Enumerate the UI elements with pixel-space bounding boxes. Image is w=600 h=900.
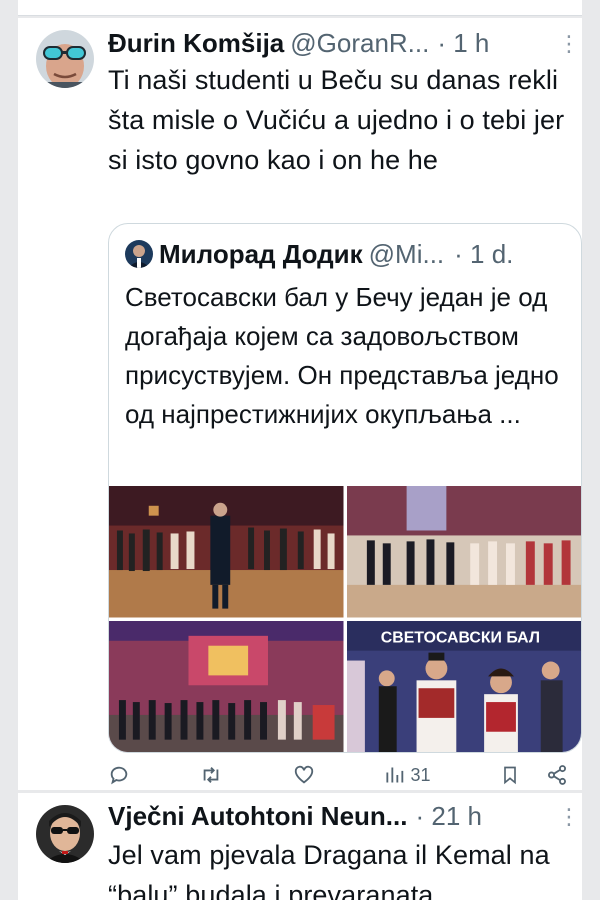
previous-tweet-edge — [18, 0, 582, 16]
tweet[interactable]: Vječni Autohtoni Neun... · 21 h ⋮ Jel va… — [18, 793, 582, 900]
bookmark-icon — [504, 766, 516, 785]
quoted-author-name: Милорад Додик — [159, 239, 363, 269]
media-photo[interactable] — [346, 486, 581, 618]
media-photo[interactable]: СВЕТОСАВСКИ БАЛ — [346, 620, 581, 752]
author-name[interactable]: Đurin Komšija — [108, 26, 284, 60]
tweet-text: Ti naši studenti u Beču su danas rekli š… — [108, 65, 565, 175]
media-photo[interactable] — [109, 486, 344, 618]
actions-right — [500, 764, 568, 786]
views-button[interactable]: 31 — [384, 765, 430, 786]
quoted-tweet[interactable]: Милорад Додик @Mi... · 1 d. Светосавски … — [108, 223, 582, 753]
author-name[interactable]: Vječni Autohtoni Neun... — [108, 799, 407, 833]
share-icon — [547, 765, 566, 785]
tweet-header: Đurin Komšija @GoranR... · 1 h — [108, 26, 582, 60]
retweet-button[interactable] — [199, 764, 223, 786]
media-grid: СВЕТОСАВСКИ БАЛ — [109, 486, 581, 752]
tweet-header: Vječni Autohtoni Neun... · 21 h — [108, 799, 582, 833]
avatar[interactable] — [36, 805, 94, 863]
banner-text: СВЕТОСАВСКИ БАЛ — [380, 629, 539, 646]
more-options-icon[interactable]: ⋮ — [558, 805, 580, 829]
views-count: 31 — [410, 764, 431, 785]
heart-icon — [294, 765, 314, 784]
views-icon — [386, 767, 404, 783]
quoted-timestamp: · 1 d. — [454, 239, 514, 269]
author-handle[interactable]: @GoranR... — [290, 26, 429, 60]
quoted-tweet-text: Светосавски бал у Бечу један је од догађ… — [125, 282, 559, 429]
quoted-avatar — [125, 240, 153, 268]
tweet-actions: 31 — [108, 760, 568, 790]
timestamp[interactable]: · 1 h — [437, 26, 489, 60]
media-photo[interactable] — [109, 620, 344, 752]
bookmark-button[interactable] — [500, 764, 520, 786]
quoted-tweet-header: Милорад Додик @Mi... · 1 d. — [125, 238, 571, 270]
timestamp[interactable]: · 21 h — [415, 799, 482, 833]
avatar[interactable] — [36, 30, 94, 88]
reply-button[interactable] — [108, 764, 130, 786]
tweet[interactable]: Đurin Komšija @GoranR... · 1 h ⋮ Ti naši… — [18, 18, 582, 790]
quoted-author-handle: @Mi... — [368, 239, 445, 269]
more-options-icon[interactable]: ⋮ — [558, 32, 580, 56]
tweet-text: Jel vam pjevala Dragana il Kemal na “bal… — [108, 840, 550, 900]
like-button[interactable] — [293, 764, 315, 786]
share-button[interactable] — [546, 764, 568, 786]
retweet-icon — [204, 767, 219, 783]
reply-icon — [110, 766, 128, 785]
